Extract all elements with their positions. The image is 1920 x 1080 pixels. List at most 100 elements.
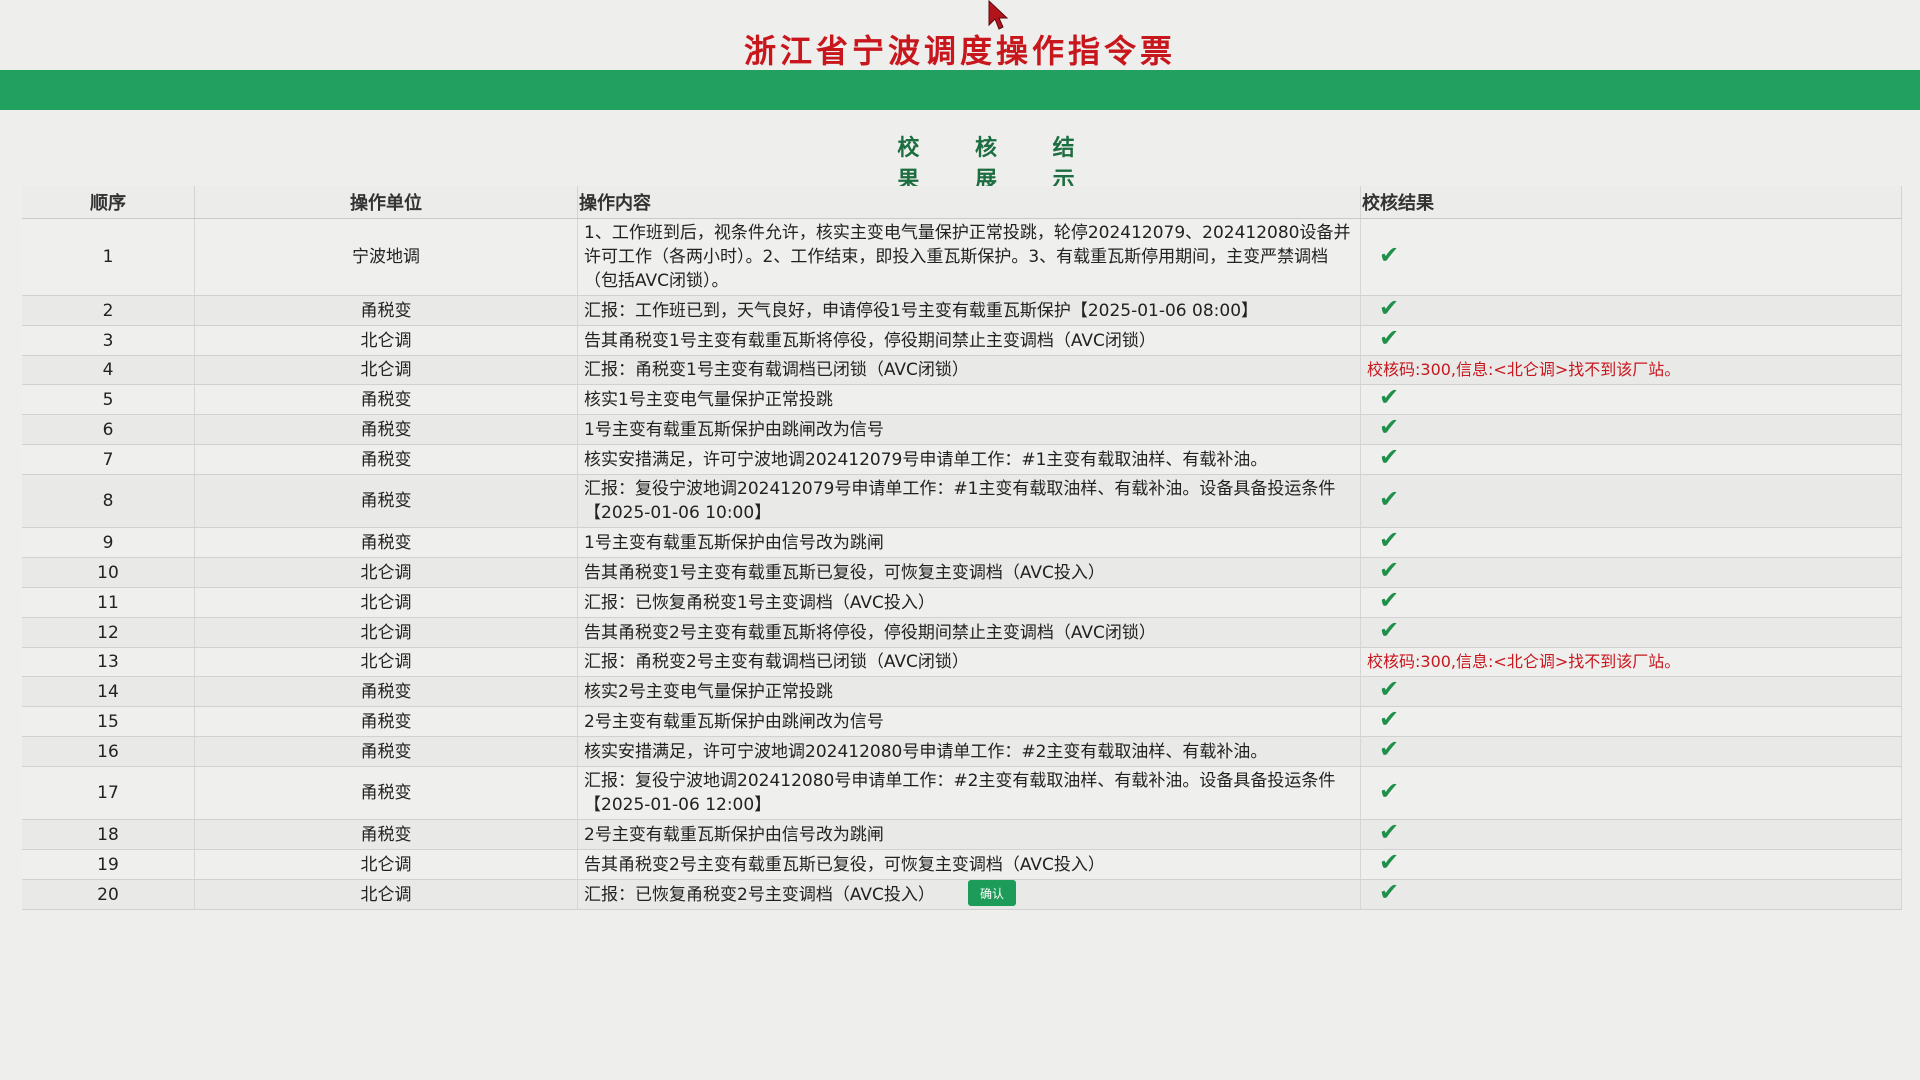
- table-row: 11 北仑调 汇报：已恢复甬税变1号主变调档（AVC投入） ✔: [22, 586, 1902, 618]
- row-result: ✔: [1360, 616, 1902, 648]
- table-row: 18 甬税变 2号主变有载重瓦斯保护由信号改为跳闸 ✔: [22, 818, 1902, 850]
- table-row: 1 宁波地调 1、工作班到后，视条件允许，核实主变电气量保护正常投跳，轮停20241…: [22, 218, 1902, 296]
- row-unit: 甬税变: [194, 676, 578, 707]
- row-content: 告其甬税变2号主变有载重瓦斯将停役，停役期间禁止主变调档（AVC闭锁）: [577, 617, 1361, 648]
- check-icon: ✔: [1379, 735, 1400, 763]
- row-unit: 北仑调: [194, 355, 578, 385]
- row-result: ✔: [1360, 556, 1902, 588]
- check-icon: ✔: [1379, 616, 1400, 644]
- row-unit: 甬税变: [194, 527, 578, 558]
- row-seq: 16: [22, 736, 195, 767]
- row-seq: 10: [22, 557, 195, 588]
- row-seq: 19: [22, 849, 195, 880]
- row-unit: 甬税变: [194, 736, 578, 767]
- row-unit: 北仑调: [194, 849, 578, 880]
- table-row: 9 甬税变 1号主变有载重瓦斯保护由信号改为跳闸 ✔: [22, 527, 1902, 558]
- row-unit: 甬税变: [194, 414, 578, 445]
- row-unit: 甬税变: [194, 384, 578, 415]
- table-row: 13 北仑调 汇报：甬税变2号主变有载调档已闭锁（AVC闭锁） 校核码:300,信息:…: [22, 647, 1902, 677]
- check-icon: ✔: [1379, 776, 1400, 805]
- check-icon: ✔: [1379, 383, 1400, 411]
- row-content: 汇报：已恢复甬税变1号主变调档（AVC投入）: [577, 587, 1361, 618]
- row-seq: 15: [22, 706, 195, 737]
- table-row: 15 甬税变 2号主变有载重瓦斯保护由跳闸改为信号 ✔: [22, 705, 1902, 737]
- row-content: 1号主变有载重瓦斯保护由跳闸改为信号: [577, 414, 1361, 445]
- row-unit: 北仑调: [194, 647, 578, 677]
- row-content: 核实2号主变电气量保护正常投跳: [577, 676, 1361, 707]
- row-content: 2号主变有载重瓦斯保护由跳闸改为信号: [577, 706, 1361, 737]
- row-unit: 甬税变: [194, 295, 578, 326]
- row-unit: 北仑调: [194, 617, 578, 648]
- check-icon: ✔: [1379, 675, 1400, 703]
- table-row: 20 北仑调 汇报：已恢复甬税变2号主变调档（AVC投入） ✔: [22, 878, 1902, 910]
- row-seq: 17: [22, 766, 195, 820]
- row-unit: 甬税变: [194, 706, 578, 737]
- row-unit: 甬税变: [194, 766, 578, 820]
- row-content: 1、工作班到后，视条件允许，核实主变电气量保护正常投跳，轮停202412079、…: [577, 218, 1361, 296]
- row-seq: 12: [22, 617, 195, 648]
- check-icon: ✔: [1379, 240, 1400, 269]
- row-result: ✔: [1360, 705, 1902, 737]
- row-result: ✔: [1360, 324, 1902, 356]
- row-result: 校核码:300,信息:<北仑调>找不到该厂站。: [1360, 647, 1902, 677]
- row-unit: 甬税变: [194, 474, 578, 528]
- table-row: 7 甬税变 核实安措满足，许可宁波地调202412079号申请单工作：#1主变有载取…: [22, 443, 1902, 475]
- row-result: ✔: [1360, 849, 1902, 880]
- error-message: 校核码:300,信息:<北仑调>找不到该厂站。: [1367, 652, 1681, 671]
- column-header-seq: 顺序: [22, 186, 195, 219]
- row-result: ✔: [1360, 527, 1902, 558]
- row-content: 核实安措满足，许可宁波地调202412079号申请单工作：#1主变有载取油样、有…: [577, 444, 1361, 475]
- row-seq: 8: [22, 474, 195, 528]
- row-result: ✔: [1360, 818, 1902, 850]
- row-seq: 3: [22, 325, 195, 356]
- row-content: 告其甬税变1号主变有载重瓦斯将停役，停役期间禁止主变调档（AVC闭锁）: [577, 325, 1361, 356]
- row-content: 汇报：工作班已到，天气良好，申请停役1号主变有载重瓦斯保护【2025-01-06…: [577, 295, 1361, 326]
- row-result: ✔: [1360, 383, 1902, 415]
- table-row: 12 北仑调 告其甬税变2号主变有载重瓦斯将停役，停役期间禁止主变调档（AVC闭锁）…: [22, 616, 1902, 648]
- page-title: 浙江省宁波调度操作指令票: [743, 32, 1176, 70]
- result-table: 顺序 操作单位 操作内容 校核结果 1 宁波地调 1、工作班到后，视条件允许，核实主…: [22, 186, 1902, 910]
- table-row: 6 甬税变 1号主变有载重瓦斯保护由跳闸改为信号 ✔: [22, 413, 1902, 445]
- check-icon: ✔: [1379, 818, 1400, 846]
- table-row: 14 甬税变 核实2号主变电气量保护正常投跳 ✔: [22, 675, 1902, 707]
- row-content: 汇报：复役宁波地调202412080号申请单工作：#2主变有载取油样、有载补油。…: [577, 766, 1361, 820]
- table-row: 19 北仑调 告其甬税变2号主变有载重瓦斯已复役，可恢复主变调档（AVC投入） ✔: [22, 849, 1902, 880]
- row-content: 告其甬税变1号主变有载重瓦斯已复役，可恢复主变调档（AVC投入）: [577, 557, 1361, 588]
- row-result: ✔: [1360, 586, 1902, 618]
- check-icon: ✔: [1379, 324, 1400, 352]
- row-unit: 北仑调: [194, 587, 578, 618]
- row-content: 告其甬税变2号主变有载重瓦斯已复役，可恢复主变调档（AVC投入）: [577, 849, 1361, 880]
- check-icon: ✔: [1379, 484, 1400, 513]
- table-row: 2 甬税变 汇报：工作班已到，天气良好，申请停役1号主变有载重瓦斯保护【2025-0…: [22, 294, 1902, 326]
- row-content: 核实1号主变电气量保护正常投跳: [577, 384, 1361, 415]
- row-seq: 18: [22, 819, 195, 850]
- confirm-button[interactable]: 确认: [968, 880, 1016, 906]
- column-header-unit: 操作单位: [194, 186, 578, 219]
- error-message: 校核码:300,信息:<北仑调>找不到该厂站。: [1367, 360, 1681, 379]
- check-icon: ✔: [1379, 443, 1400, 471]
- row-unit: 甬税变: [194, 444, 578, 475]
- row-result: ✔: [1360, 294, 1902, 326]
- check-icon: ✔: [1379, 294, 1400, 322]
- row-seq: 7: [22, 444, 195, 475]
- check-icon: ✔: [1379, 556, 1400, 584]
- row-result: ✔: [1360, 675, 1902, 707]
- row-content: 汇报：复役宁波地调202412079号申请单工作：#1主变有载取油样、有载补油。…: [577, 474, 1361, 528]
- row-result: ✔: [1360, 735, 1902, 767]
- row-result: 校核码:300,信息:<北仑调>找不到该厂站。: [1360, 355, 1902, 385]
- row-content: 汇报：甬税变1号主变有载调档已闭锁（AVC闭锁）: [577, 355, 1361, 385]
- row-content: 1号主变有载重瓦斯保护由信号改为跳闸: [577, 527, 1361, 558]
- check-icon: ✔: [1379, 586, 1400, 614]
- check-icon: ✔: [1379, 705, 1400, 733]
- row-unit: 北仑调: [194, 325, 578, 356]
- check-icon: ✔: [1379, 413, 1400, 441]
- check-icon: ✔: [1379, 878, 1400, 906]
- row-result: ✔: [1360, 413, 1902, 445]
- row-unit: 北仑调: [194, 879, 578, 910]
- row-seq: 11: [22, 587, 195, 618]
- row-result: ✔: [1360, 878, 1902, 910]
- table-row: 17 甬税变 汇报：复役宁波地调202412080号申请单工作：#2主变有载取油样、…: [22, 766, 1902, 820]
- row-seq: 6: [22, 414, 195, 445]
- row-result: ✔: [1360, 766, 1902, 820]
- row-content: 核实安措满足，许可宁波地调202412080号申请单工作：#2主变有载取油样、有…: [577, 736, 1361, 767]
